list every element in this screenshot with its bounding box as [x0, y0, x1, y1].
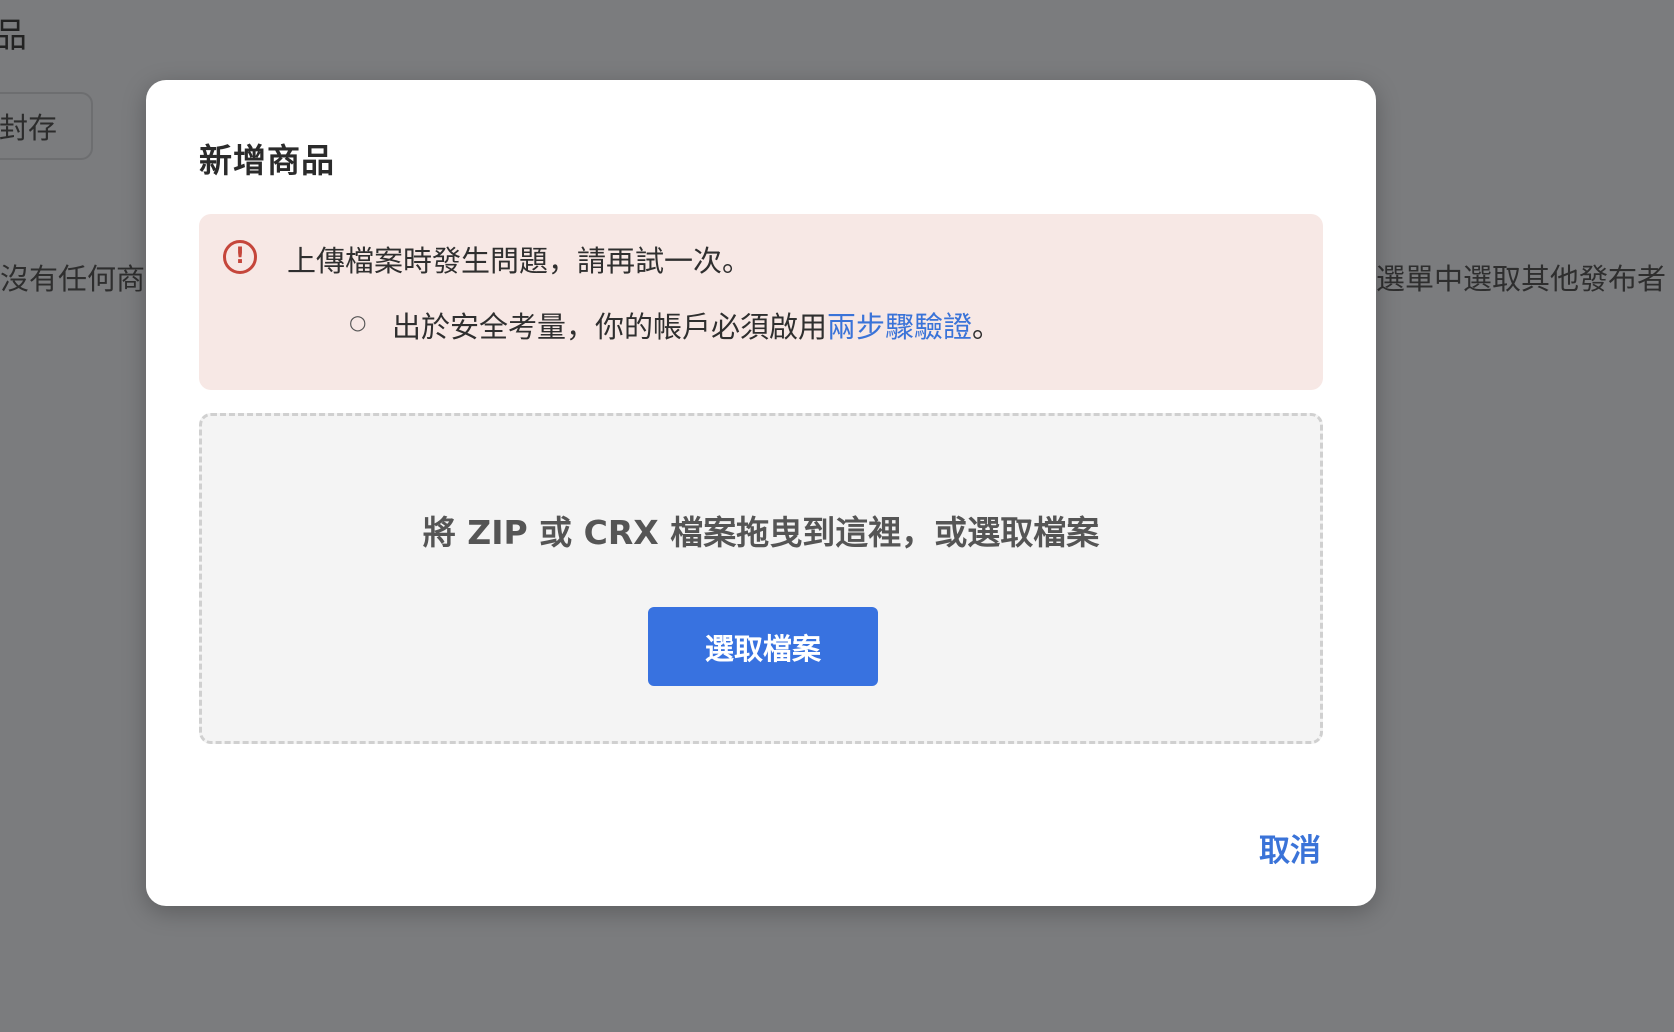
add-item-dialog: 新增商品 ! 上傳檔案時發生問題，請再試一次。 ○ 出於安全考量，你的帳戶必須啟…: [146, 80, 1376, 906]
dialog-title: 新增商品: [199, 141, 335, 180]
background-hint-text: 選單中選取其他發布者: [1376, 262, 1667, 296]
error-icon: !: [223, 240, 257, 274]
drop-zone-instructions: 將 ZIP 或 CRX 檔案拖曳到這裡，或選取檔案: [422, 513, 1100, 552]
bullet-icon: ○: [349, 310, 367, 334]
background-empty-text: 沒有任何商: [0, 262, 146, 296]
error-detail-text: 出於安全考量，你的帳戶必須啟用: [392, 310, 828, 344]
error-message: 上傳檔案時發生問題，請再試一次。: [287, 244, 752, 278]
error-banner: ! 上傳檔案時發生問題，請再試一次。 ○ 出於安全考量，你的帳戶必須啟用兩步驟驗…: [199, 214, 1323, 390]
choose-file-button[interactable]: 選取檔案: [648, 607, 878, 686]
cancel-button[interactable]: 取消: [1259, 825, 1321, 870]
error-detail-suffix: 。: [972, 310, 1002, 344]
error-detail: 出於安全考量，你的帳戶必須啟用兩步驟驗證。: [392, 304, 1001, 346]
two-step-verification-link[interactable]: 兩步驟驗證: [827, 310, 972, 344]
archive-button[interactable]: 封存: [0, 92, 93, 160]
background-page-title: 品: [0, 16, 28, 56]
file-drop-zone[interactable]: 將 ZIP 或 CRX 檔案拖曳到這裡，或選取檔案 選取檔案: [199, 413, 1323, 744]
